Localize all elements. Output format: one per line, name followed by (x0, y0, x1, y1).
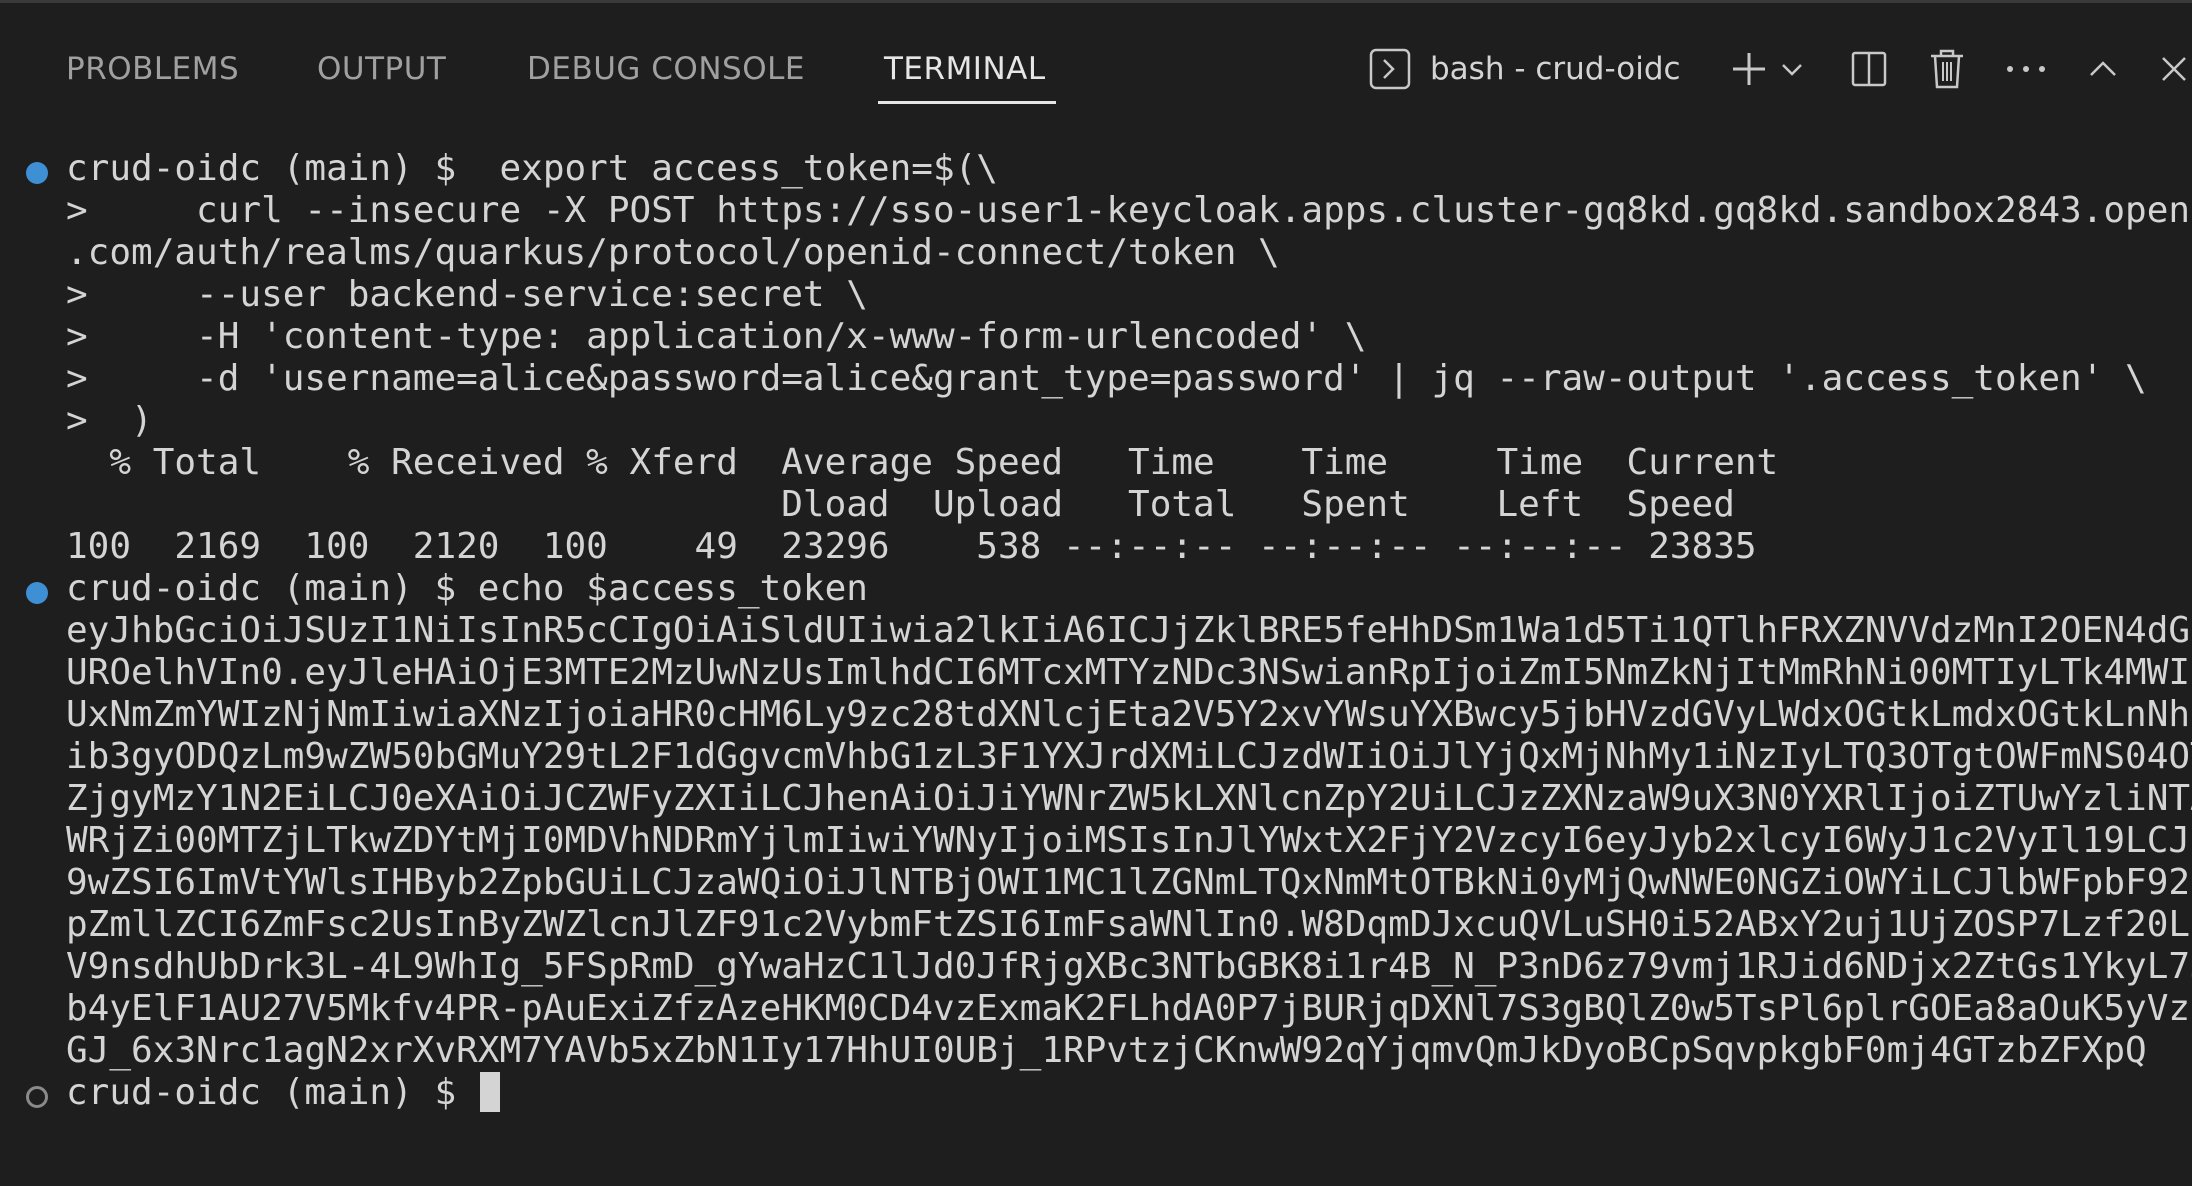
split-icon[interactable] (1844, 41, 1894, 97)
terminal-line: UROelhVIn0.eyJleHAiOjE3MTE2MzUwNzUsImlhd… (0, 652, 2192, 694)
panel-tab-bar: PROBLEMS OUTPUT DEBUG CONSOLE TERMINAL b… (0, 3, 2192, 113)
terminal-line-text: > --user backend-service:secret \ (66, 274, 868, 315)
terminal-line-text: eyJhbGciOiJSUzI1NiIsInR5cCIgOiAiSldUIiwi… (66, 610, 2192, 651)
terminal-line-text: 9wZSI6ImVtYWlsIHByb2ZpbGUiLCJzaWQiOiJlNT… (66, 862, 2192, 903)
plus-icon[interactable] (1724, 41, 1774, 97)
more-icon[interactable] (1998, 41, 2054, 97)
terminal-line-text: .com/auth/realms/quarkus/protocol/openid… (66, 232, 1280, 273)
terminal-line: > curl --insecure -X POST https://sso-us… (0, 190, 2192, 232)
terminal-line: WRjZi00MTZjLTkwZDYtMjI0MDVhNDRmYjlmIiwiY… (0, 820, 2192, 862)
terminal-line: UxNmZmYWIzNjNmIiwiaXNzIjoiaHR0cHM6Ly9zc2… (0, 694, 2192, 736)
chevron-down-icon[interactable] (1774, 41, 1810, 97)
trash-icon[interactable] (1922, 41, 1972, 97)
chevron-up-icon[interactable] (2078, 41, 2128, 97)
command-success-dot[interactable] (26, 162, 48, 184)
tab-problems[interactable]: PROBLEMS (66, 47, 239, 91)
active-tab-indicator (878, 101, 1056, 104)
tab-output[interactable]: OUTPUT (317, 47, 446, 91)
terminal-line: > -H 'content-type: application/x-www-fo… (0, 316, 2192, 358)
terminal-line-text: > -H 'content-type: application/x-www-fo… (66, 316, 1367, 357)
terminal-line-text: > -d 'username=alice&password=alice&gran… (66, 358, 2147, 399)
terminal-line: eyJhbGciOiJSUzI1NiIsInR5cCIgOiAiSldUIiwi… (0, 610, 2192, 652)
terminal-line: ZjgyMzY1N2EiLCJ0eXAiOiJCZWFyZXIiLCJhenAi… (0, 778, 2192, 820)
terminal-cursor (479, 1072, 500, 1112)
terminal-line: > -d 'username=alice&password=alice&gran… (0, 358, 2192, 400)
tab-terminal[interactable]: TERMINAL (884, 47, 1046, 91)
terminal-line: pZmllZCI6ZmFsc2UsInByZWZlcnJlZF91c2VybmF… (0, 904, 2192, 946)
command-pending-dot[interactable] (26, 1086, 48, 1108)
terminal-shell-selector[interactable]: bash - crud-oidc (1430, 41, 1681, 97)
terminal-line: V9nsdhUbDrk3L-4L9WhIg_5FSpRmD_gYwaHzC1lJ… (0, 946, 2192, 988)
terminal-line-text: WRjZi00MTZjLTkwZDYtMjI0MDVhNDRmYjlmIiwiY… (66, 820, 2192, 861)
terminal-line-text: % Total % Received % Xferd Average Speed… (66, 442, 1779, 483)
terminal-line-text: > curl --insecure -X POST https://sso-us… (66, 190, 2192, 231)
terminal-line: b4yElF1AU27V5Mkfv4PR-pAuExiZfzAzeHKM0CD4… (0, 988, 2192, 1030)
terminal-line-text: crud-oidc (main) $ (66, 1072, 478, 1113)
terminal-line-text: GJ_6x3Nrc1agN2xrXvRXM7YAVb5xZbN1Iy17HhUI… (66, 1030, 2147, 1071)
terminal-line: 100 2169 100 2120 100 49 23296 538 --:--… (0, 526, 2192, 568)
command-success-dot[interactable] (26, 582, 48, 604)
terminal-line: ib3gyODQzLm9wZW50bGMuY29tL2F1dGgvcmVhbG1… (0, 736, 2192, 778)
tab-debug-console[interactable]: DEBUG CONSOLE (527, 47, 805, 91)
terminal-line: > --user backend-service:secret \ (0, 274, 2192, 316)
terminal-line-text: crud-oidc (main) $ echo $access_token (66, 568, 868, 609)
terminal-line: crud-oidc (main) $ echo $access_token (0, 568, 2192, 610)
terminal-line-text: ZjgyMzY1N2EiLCJ0eXAiOiJCZWFyZXIiLCJhenAi… (66, 778, 2192, 819)
terminal-line-text: 100 2169 100 2120 100 49 23296 538 --:--… (66, 526, 1757, 567)
terminal-icon[interactable] (1366, 41, 1414, 97)
terminal-line-text: UROelhVIn0.eyJleHAiOjE3MTE2MzUwNzUsImlhd… (66, 652, 2192, 693)
terminal-output[interactable]: crud-oidc (main) $ export access_token=$… (0, 148, 2192, 1114)
terminal-line-text: ib3gyODQzLm9wZW50bGMuY29tL2F1dGgvcmVhbG1… (66, 736, 2192, 777)
terminal-line-text: pZmllZCI6ZmFsc2UsInByZWZlcnJlZF91c2VybmF… (66, 904, 2192, 945)
terminal-line-text: V9nsdhUbDrk3L-4L9WhIg_5FSpRmD_gYwaHzC1lJ… (66, 946, 2192, 987)
terminal-line: 9wZSI6ImVtYWlsIHByb2ZpbGUiLCJzaWQiOiJlNT… (0, 862, 2192, 904)
terminal-line: > ) (0, 400, 2192, 442)
close-icon[interactable] (2152, 41, 2192, 97)
terminal-line: crud-oidc (main) $ export access_token=$… (0, 148, 2192, 190)
terminal-line: .com/auth/realms/quarkus/protocol/openid… (0, 232, 2192, 274)
terminal-line: crud-oidc (main) $ (0, 1072, 2192, 1114)
terminal-line-text: b4yElF1AU27V5Mkfv4PR-pAuExiZfzAzeHKM0CD4… (66, 988, 2192, 1029)
terminal-line-text: > ) (66, 400, 153, 441)
terminal-line: GJ_6x3Nrc1agN2xrXvRXM7YAVb5xZbN1Iy17HhUI… (0, 1030, 2192, 1072)
terminal-line: Dload Upload Total Spent Left Speed (0, 484, 2192, 526)
terminal-panel: PROBLEMS OUTPUT DEBUG CONSOLE TERMINAL b… (0, 0, 2192, 1186)
terminal-line-text: crud-oidc (main) $ export access_token=$… (66, 148, 998, 189)
terminal-line-text: UxNmZmYWIzNjNmIiwiaXNzIjoiaHR0cHM6Ly9zc2… (66, 694, 2192, 735)
terminal-line: % Total % Received % Xferd Average Speed… (0, 442, 2192, 484)
terminal-line-text: Dload Upload Total Spent Left Speed (66, 484, 1735, 525)
